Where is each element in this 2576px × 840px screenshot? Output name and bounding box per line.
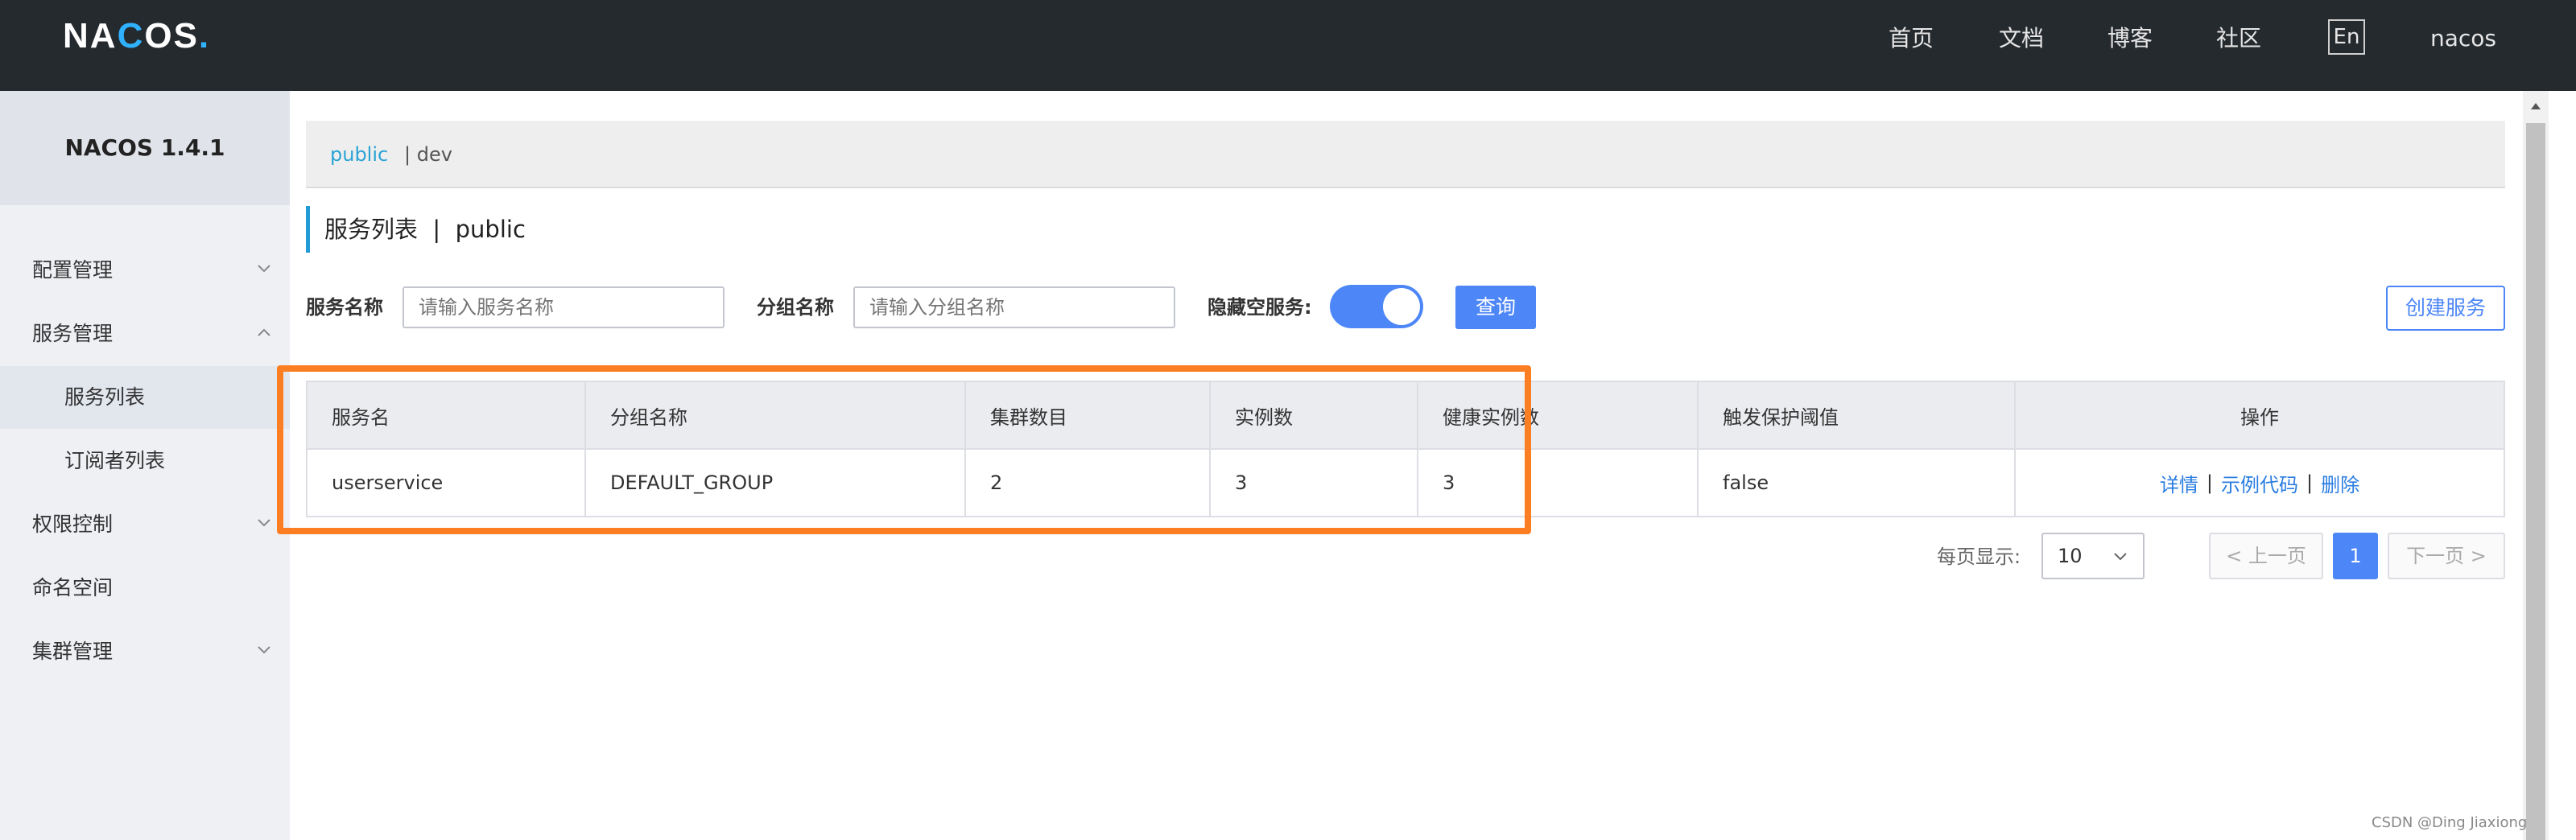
sidebar-item-namespace[interactable]: 命名空间 bbox=[0, 557, 290, 620]
chevron-up-icon bbox=[258, 328, 270, 336]
separator: | bbox=[2206, 471, 2213, 494]
nacos-logo[interactable]: NACOS. bbox=[63, 16, 210, 56]
chevron-down-icon bbox=[258, 646, 270, 654]
namespace-dev[interactable]: | dev bbox=[404, 121, 452, 188]
toggle-knob bbox=[1383, 288, 1420, 325]
sidebar-item-service[interactable]: 服务管理 bbox=[0, 303, 290, 365]
service-name-input[interactable] bbox=[402, 286, 724, 328]
page-number-button[interactable]: 1 bbox=[2333, 533, 2378, 579]
group-name-input[interactable] bbox=[853, 286, 1175, 328]
sidebar-item-label: 命名空间 bbox=[32, 576, 114, 599]
group-name-label: 分组名称 bbox=[757, 296, 834, 319]
scrollbar-thumb[interactable] bbox=[2526, 123, 2545, 840]
detail-link[interactable]: 详情 bbox=[2160, 469, 2198, 497]
cell-actions: 详情 | 示例代码 | 删除 bbox=[2016, 450, 2504, 516]
separator: | bbox=[2306, 471, 2314, 494]
nav-community[interactable]: 社区 bbox=[2216, 24, 2261, 53]
sidebar-title: NACOS 1.4.1 bbox=[0, 91, 290, 205]
chevron-down-icon bbox=[258, 519, 270, 527]
top-navbar: NACOS. 首页 文档 博客 社区 nacos En bbox=[0, 0, 2576, 91]
sidebar-item-label: 服务管理 bbox=[32, 322, 114, 345]
sidebar: NACOS 1.4.1 配置管理 服务管理 服务列表 订阅者列表 权限控制 命名… bbox=[0, 91, 290, 840]
scroll-up-arrow-icon[interactable] bbox=[2523, 96, 2549, 117]
sidebar-item-label: 订阅者列表 bbox=[64, 449, 166, 472]
per-page-select[interactable]: 10 bbox=[2041, 533, 2145, 579]
nav-blog[interactable]: 博客 bbox=[2107, 24, 2153, 53]
sidebar-item-auth[interactable]: 权限控制 bbox=[0, 493, 290, 556]
nav-home[interactable]: 首页 bbox=[1889, 24, 1934, 53]
sidebar-item-label: 集群管理 bbox=[32, 640, 114, 663]
sidebar-item-label: 权限控制 bbox=[32, 513, 114, 536]
next-page-button[interactable]: 下一页 > bbox=[2388, 533, 2505, 579]
sidebar-item-service-list[interactable]: 服务列表 bbox=[0, 366, 290, 429]
watermark: CSDN @Ding Jiaxiong bbox=[2372, 814, 2528, 831]
service-name-label: 服务名称 bbox=[306, 296, 383, 319]
cell-protect-threshold: false bbox=[1699, 450, 2016, 516]
prev-page-button[interactable]: < 上一页 bbox=[2209, 533, 2323, 579]
sidebar-item-subscribers[interactable]: 订阅者列表 bbox=[0, 430, 290, 492]
highlight-box bbox=[277, 365, 1531, 534]
namespace-bar: public | dev bbox=[306, 121, 2505, 188]
column-header: 触发保护阈值 bbox=[1699, 382, 2016, 448]
page-title: 服务列表 | public bbox=[306, 206, 789, 253]
sidebar-item-label: 配置管理 bbox=[32, 258, 114, 282]
nav-docs[interactable]: 文档 bbox=[1999, 24, 2044, 53]
hide-empty-label: 隐藏空服务: bbox=[1208, 296, 1312, 319]
per-page-label: 每页显示: bbox=[1937, 546, 2021, 568]
namespace-public[interactable]: public bbox=[330, 121, 388, 188]
per-page-value: 10 bbox=[2058, 545, 2083, 567]
sidebar-item-label: 服务列表 bbox=[64, 385, 146, 409]
hide-empty-toggle[interactable] bbox=[1330, 285, 1423, 328]
delete-link[interactable]: 删除 bbox=[2321, 469, 2359, 497]
chevron-down-icon bbox=[2114, 553, 2127, 561]
scrollbar[interactable] bbox=[2523, 91, 2549, 840]
column-header: 操作 bbox=[2240, 406, 2279, 429]
language-switch[interactable]: En bbox=[2328, 19, 2365, 55]
chevron-down-icon bbox=[258, 265, 270, 273]
create-service-button[interactable]: 创建服务 bbox=[2386, 286, 2505, 331]
sidebar-item-config[interactable]: 配置管理 bbox=[0, 239, 290, 302]
user-name[interactable]: nacos bbox=[2430, 24, 2496, 53]
sidebar-item-cluster[interactable]: 集群管理 bbox=[0, 620, 290, 683]
query-button[interactable]: 查询 bbox=[1455, 286, 1536, 329]
sample-code-link[interactable]: 示例代码 bbox=[2221, 469, 2298, 497]
